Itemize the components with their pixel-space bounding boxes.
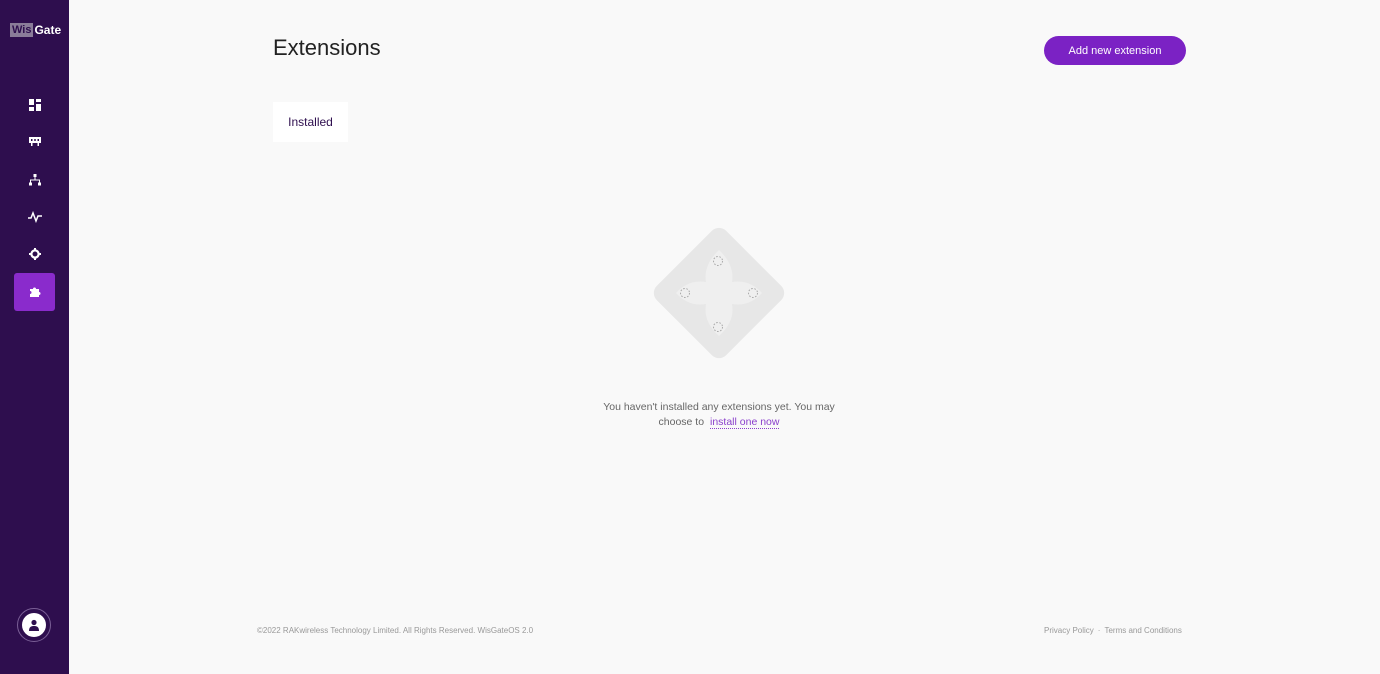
install-link[interactable]: install one now xyxy=(710,416,780,429)
add-extension-button[interactable]: Add new extension xyxy=(1044,36,1186,65)
tab-installed[interactable]: Installed xyxy=(273,102,348,142)
sidebar: Wis Gate xyxy=(0,0,69,674)
empty-state-message: You haven't installed any extensions yet… xyxy=(598,400,840,430)
gateway-icon xyxy=(28,137,41,146)
activity-icon xyxy=(27,211,42,223)
terms-link[interactable]: Terms and Conditions xyxy=(1104,626,1181,635)
logo-suffix: Gate xyxy=(34,23,62,37)
network-icon xyxy=(28,174,41,186)
footer-separator: · xyxy=(1097,626,1101,635)
copyright: ©2022 RAKwireless Technology Limited. Al… xyxy=(257,626,534,635)
nav-settings[interactable] xyxy=(14,235,55,273)
nav-dashboard[interactable] xyxy=(14,86,55,124)
page-title: Extensions xyxy=(273,35,381,60)
privacy-policy-link[interactable]: Privacy Policy xyxy=(1044,626,1094,635)
nav-activity[interactable] xyxy=(14,198,55,236)
footer-links: Privacy Policy · Terms and Conditions xyxy=(1044,626,1182,635)
dashboard-icon xyxy=(28,99,41,111)
puzzle-illustration xyxy=(648,222,790,364)
settings-icon xyxy=(28,248,41,260)
puzzle-icon xyxy=(29,287,40,297)
user-avatar[interactable] xyxy=(17,608,51,642)
nav-extensions[interactable] xyxy=(14,273,55,311)
nav-network[interactable] xyxy=(14,161,55,199)
nav-gateway[interactable] xyxy=(14,123,55,161)
wisgate-logo[interactable]: Wis Gate xyxy=(10,22,61,38)
user-icon xyxy=(29,619,39,631)
logo-prefix: Wis xyxy=(10,23,34,37)
